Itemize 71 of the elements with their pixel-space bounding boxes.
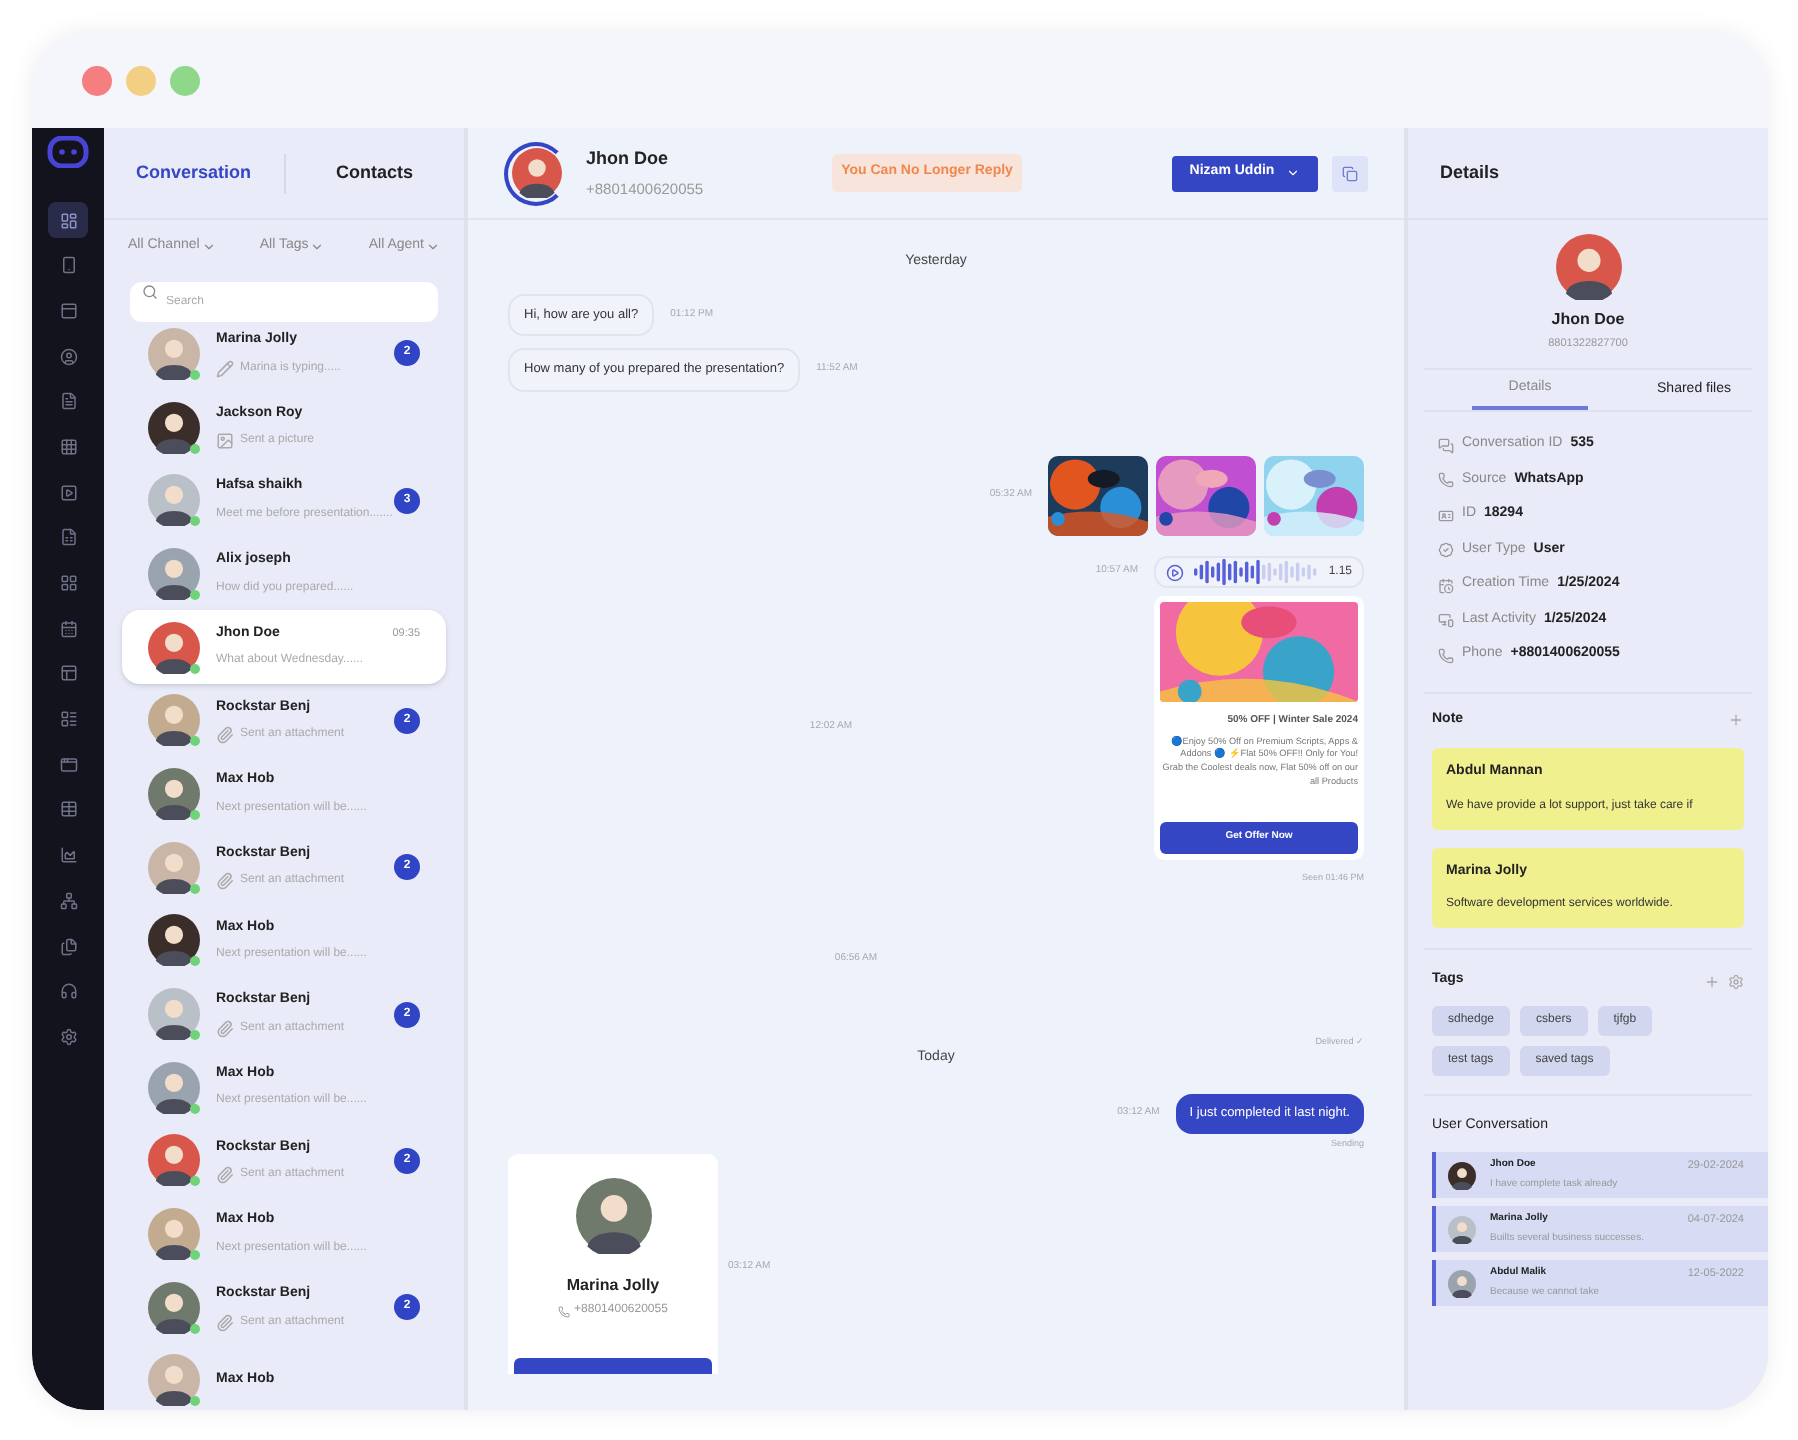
copy-icon <box>1342 165 1358 181</box>
avatar <box>148 694 200 747</box>
search-icon <box>142 283 158 299</box>
avatar <box>148 767 200 820</box>
avatar <box>148 1281 200 1334</box>
nav-icon <box>59 891 77 910</box>
paperclip-icon <box>216 1166 234 1185</box>
caret-icon <box>310 239 325 254</box>
nav-icon <box>59 937 77 955</box>
avatar <box>1448 1269 1476 1298</box>
avatar <box>148 327 200 380</box>
field-icon <box>1438 577 1454 593</box>
nav-icon <box>59 710 77 729</box>
avatar <box>1448 1215 1476 1244</box>
paperclip-icon <box>216 1313 234 1332</box>
nav-icon <box>59 256 77 275</box>
nav-icon <box>59 1027 77 1046</box>
nav-icon <box>59 211 77 229</box>
field-icon <box>1438 472 1454 488</box>
contact-name: Jhon Doe <box>586 145 671 172</box>
avatar <box>1555 234 1621 300</box>
avatar <box>148 547 200 600</box>
field-icon <box>1438 612 1454 628</box>
nav-icon <box>59 347 77 366</box>
avatar <box>148 1134 200 1187</box>
list-tab[interactable]: Conversation <box>104 159 283 187</box>
avatar <box>575 1178 651 1255</box>
pencil-icon <box>216 359 234 378</box>
avatar <box>148 914 200 967</box>
field-icon <box>1438 507 1454 523</box>
avatar <box>148 621 200 674</box>
phone-icon <box>558 1305 571 1318</box>
avatar <box>148 1208 200 1261</box>
nav-icon <box>59 392 77 411</box>
paperclip-icon <box>216 872 234 891</box>
avatar <box>148 1354 200 1407</box>
nav-icon <box>59 301 77 320</box>
nav-item[interactable] <box>48 202 88 238</box>
field-icon <box>1438 437 1454 453</box>
avatar <box>148 841 200 894</box>
nav-icon <box>59 846 77 865</box>
contact-name: Jhon Doe <box>1551 308 1625 332</box>
avatar <box>148 474 200 527</box>
nav-icon <box>59 619 77 638</box>
nav-icon <box>59 800 77 819</box>
nav-icon <box>59 437 77 456</box>
avatar <box>148 401 200 454</box>
field-icon <box>1438 647 1454 663</box>
nav-icon <box>59 755 77 774</box>
nav-icon <box>59 664 77 683</box>
avatar <box>148 988 200 1041</box>
caret-icon <box>1286 166 1301 180</box>
avatar <box>1448 1161 1476 1190</box>
caret-icon <box>201 239 216 254</box>
avatar <box>148 1061 200 1114</box>
nav-icon <box>59 982 77 1001</box>
caret-icon <box>426 239 440 254</box>
copy-button[interactable] <box>1332 155 1368 191</box>
bot-logo-icon <box>46 136 90 168</box>
image-icon <box>216 432 234 451</box>
list-tab[interactable]: Contacts <box>285 159 464 187</box>
nav-icon <box>59 574 77 592</box>
panel-title: Details <box>1440 159 1500 186</box>
paperclip-icon <box>216 1019 234 1038</box>
nav-icon <box>59 483 77 502</box>
play-icon[interactable] <box>1166 563 1184 581</box>
paperclip-icon <box>216 726 234 745</box>
nav-icon <box>59 528 77 547</box>
contact-name: Marina Jolly <box>566 1274 660 1299</box>
field-icon <box>1438 542 1454 558</box>
chat-button[interactable] <box>514 1358 712 1375</box>
